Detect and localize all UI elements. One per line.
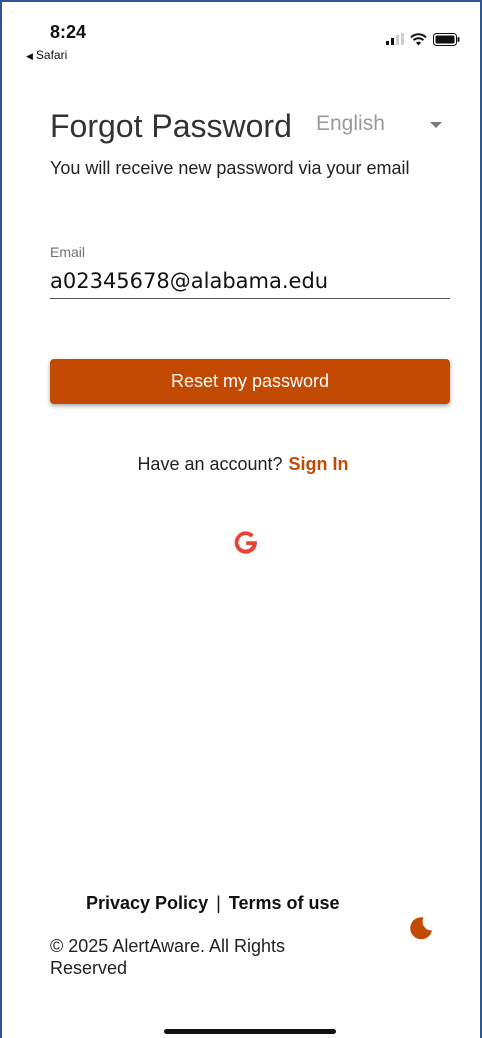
google-icon (234, 531, 257, 554)
have-account-prompt: Have an account? (137, 454, 283, 474)
page-title: Forgot Password (50, 108, 292, 144)
have-account-row: Have an account? Sign In (2, 454, 482, 475)
google-sign-in-button[interactable] (231, 528, 261, 558)
wifi-icon (410, 32, 427, 45)
copyright-text: © 2025 AlertAware. All Rights Reserved (50, 936, 286, 978)
back-arrow-icon: ◀ (26, 51, 33, 61)
page-subtitle: You will receive new password via your e… (50, 158, 410, 178)
moon-icon (410, 917, 432, 940)
privacy-policy-link[interactable]: Privacy Policy (86, 893, 208, 913)
status-time: 8:24 (50, 22, 87, 42)
home-indicator[interactable] (164, 1029, 336, 1034)
chevron-down-icon (430, 122, 442, 128)
reset-password-button[interactable]: Reset my password (50, 359, 450, 404)
terms-of-use-link[interactable]: Terms of use (229, 893, 340, 913)
email-field[interactable] (50, 264, 450, 299)
email-label: Email (50, 244, 86, 260)
theme-toggle-button[interactable] (408, 915, 434, 941)
sign-in-link[interactable]: Sign In (289, 454, 349, 474)
back-app-label: Safari (35, 48, 68, 62)
back-to-safari-link[interactable]: ◀ Safari (26, 48, 67, 62)
language-selected-value: English (316, 112, 385, 135)
cellular-signal-icon (386, 33, 404, 45)
footer-separator: | (216, 893, 221, 913)
status-icons (386, 31, 460, 47)
battery-icon (433, 32, 460, 46)
footer-links: Privacy Policy | Terms of use (86, 893, 339, 914)
language-select[interactable]: English (316, 112, 446, 138)
phone-screen: 8:24 ◀ Safari Forgot Password English You… (0, 0, 482, 1038)
